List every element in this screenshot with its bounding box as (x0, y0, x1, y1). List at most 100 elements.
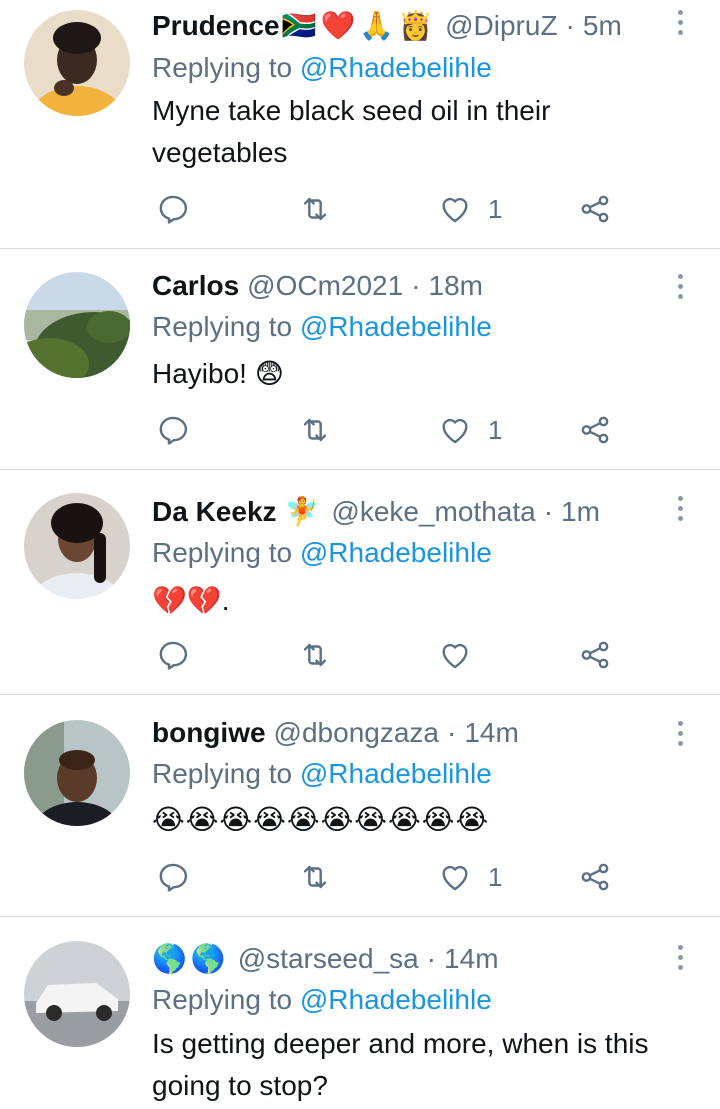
display-name[interactable]: Prudence (152, 6, 280, 46)
reply-icon (159, 195, 188, 224)
separator-dot: · (446, 717, 457, 748)
tweet-text: 💔💔. (152, 585, 230, 616)
like-count: 1 (488, 414, 503, 445)
user-handle[interactable]: @keke_mothata (331, 492, 535, 532)
more-vertical-icon[interactable] (666, 266, 694, 306)
user-handle[interactable]: @starseed_sa (238, 939, 419, 979)
tweet-text: Hayibo! 😨 (152, 358, 284, 389)
user-handle[interactable]: @dbongzaza (274, 713, 439, 753)
more-vertical-icon[interactable] (666, 2, 694, 42)
timestamp[interactable]: 5m (583, 6, 622, 46)
tweet[interactable]: bongiwe @dbongzaza · 14m Replying to @Rh… (0, 695, 720, 917)
more-vertical-icon[interactable] (666, 937, 694, 977)
tweet-text: Is getting deeper and more, when is this… (152, 1028, 649, 1101)
display-name[interactable]: Carlos (152, 266, 239, 306)
replying-label: Replying to (152, 52, 293, 83)
reply-button[interactable] (156, 187, 190, 231)
tweet[interactable]: Prudence 🇿🇦 ❤️ 🙏 👸 @DipruZ · 5m Replying… (0, 0, 720, 249)
reply-icon (159, 863, 188, 892)
separator-dot: · (411, 270, 421, 301)
share-icon (581, 863, 609, 891)
like-count: 1 (488, 193, 503, 224)
timestamp[interactable]: 1m (561, 492, 600, 532)
tweet-header: Prudence 🇿🇦 ❤️ 🙏 👸 @DipruZ · 5m (152, 6, 622, 46)
avatar[interactable] (24, 720, 130, 826)
reply-icon (159, 641, 188, 670)
tweet-actions: 1 (0, 855, 720, 899)
timestamp[interactable]: 14m (464, 713, 518, 753)
separator-dot: · (426, 943, 437, 974)
share-button[interactable] (578, 855, 612, 899)
avatar[interactable] (24, 10, 130, 116)
reply-button[interactable] (156, 855, 190, 899)
share-icon (581, 195, 609, 223)
mention-link[interactable]: @Rhadebelihle (300, 758, 492, 789)
name-emoji-item: 🌎 (190, 943, 226, 974)
tweet-text: Myne take black seed oil in their vegeta… (152, 95, 551, 168)
tweet[interactable]: Da Keekz 🧚 @keke_mothata · 1m Replying t… (0, 470, 720, 695)
heart-icon (442, 197, 468, 223)
tweet-header: bongiwe @dbongzaza · 14m (152, 713, 519, 753)
heart-icon (442, 418, 468, 444)
timestamp[interactable]: 18m (429, 266, 483, 306)
name-emoji-item: ❤️ (320, 10, 356, 41)
reply-icon (159, 416, 188, 445)
replying-label: Replying to (152, 758, 293, 789)
retweet-button[interactable] (298, 633, 332, 677)
timestamp[interactable]: 14m (444, 939, 498, 979)
reply-button[interactable] (156, 633, 190, 677)
heart-icon (442, 865, 468, 891)
user-handle[interactable]: @OCm2021 (247, 266, 403, 306)
reply-button[interactable] (156, 408, 190, 452)
share-button[interactable] (578, 633, 612, 677)
retweet-button[interactable] (298, 855, 332, 899)
like-button[interactable]: 1 (438, 855, 502, 899)
tweet-actions (0, 633, 720, 677)
retweet-icon (303, 418, 327, 442)
replying-label: Replying to (152, 537, 293, 568)
tweet[interactable]: Carlos @OCm2021 · 18m Replying to @Rhade… (0, 249, 720, 470)
name-emoji-item: 🇿🇦 (281, 10, 317, 41)
replying-label: Replying to (152, 984, 293, 1015)
like-button[interactable] (438, 633, 472, 677)
avatar[interactable] (24, 272, 130, 378)
share-button[interactable] (578, 187, 612, 231)
display-name[interactable]: Da Keekz (152, 492, 277, 532)
more-vertical-icon[interactable] (666, 488, 694, 528)
tweet-header: Da Keekz 🧚 @keke_mothata · 1m (152, 492, 600, 532)
name-emoji: 🌎 🌎 (152, 939, 230, 979)
like-button[interactable]: 1 (438, 187, 502, 231)
name-emoji-item: 👸 (398, 10, 434, 41)
tweet-actions: 1 (0, 408, 720, 452)
name-emoji: 🇿🇦 ❤️ 🙏 👸 (282, 6, 438, 46)
name-emoji: 🧚 (285, 492, 324, 532)
more-vertical-icon[interactable] (666, 713, 694, 753)
heart-icon (442, 643, 468, 669)
user-handle[interactable]: @DipruZ (445, 6, 557, 46)
mention-link[interactable]: @Rhadebelihle (300, 984, 492, 1015)
separator-dot: · (565, 10, 575, 41)
replying-to: Replying to @Rhadebelihle (152, 535, 492, 571)
name-emoji-item: 🙏 (359, 10, 395, 41)
replying-to: Replying to @Rhadebelihle (152, 982, 492, 1018)
share-button[interactable] (578, 408, 612, 452)
display-name[interactable]: bongiwe (152, 713, 266, 753)
retweet-icon (303, 865, 327, 889)
mention-link[interactable]: @Rhadebelihle (300, 52, 492, 83)
tweet-header: 🌎 🌎 @starseed_sa · 14m (152, 939, 499, 979)
like-button[interactable]: 1 (438, 408, 502, 452)
tweet-header: Carlos @OCm2021 · 18m (152, 266, 483, 306)
mention-link[interactable]: @Rhadebelihle (300, 311, 492, 342)
replying-to: Replying to @Rhadebelihle (152, 309, 492, 345)
tweet[interactable]: 🌎 🌎 @starseed_sa · 14m Replying to @Rhad… (0, 917, 720, 1109)
retweet-button[interactable] (298, 187, 332, 231)
avatar[interactable] (24, 941, 130, 1047)
share-icon (581, 416, 609, 444)
retweet-button[interactable] (298, 408, 332, 452)
avatar[interactable] (24, 493, 130, 599)
like-count: 1 (488, 861, 503, 892)
mention-link[interactable]: @Rhadebelihle (300, 537, 492, 568)
replying-to: Replying to @Rhadebelihle (152, 756, 492, 792)
name-emoji-item: 🧚 (284, 496, 320, 527)
retweet-icon (303, 643, 327, 667)
